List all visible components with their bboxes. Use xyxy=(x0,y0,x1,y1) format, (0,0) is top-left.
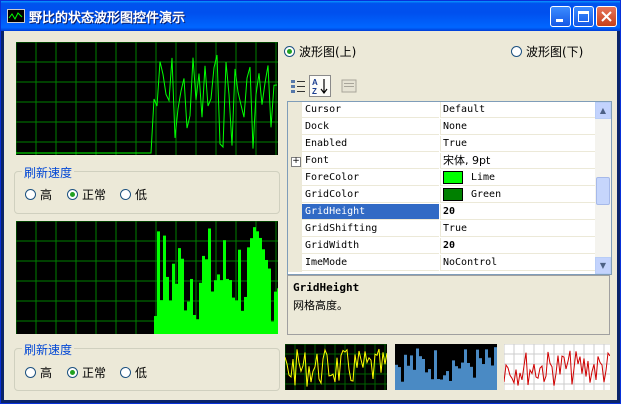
radio-label: 波形图(上) xyxy=(299,45,357,59)
property-name: ImeMode xyxy=(302,255,439,271)
property-row[interactable]: GridWidth 20 xyxy=(288,238,595,255)
property-row[interactable]: Cursor Default xyxy=(288,102,595,119)
property-pages-icon xyxy=(341,79,357,93)
property-name: Cursor xyxy=(302,102,439,118)
preview-yellow-line[interactable] xyxy=(285,344,387,390)
property-value[interactable]: True xyxy=(440,136,595,152)
categorized-button[interactable] xyxy=(288,76,308,96)
preview-red-line[interactable] xyxy=(504,344,610,390)
alphabetical-icon: A Z xyxy=(312,78,328,96)
preview-blue-bars[interactable] xyxy=(395,344,497,390)
property-grid-scrollbar[interactable]: ▲ ▼ xyxy=(595,102,611,274)
property-row[interactable]: ImeMode NoControl xyxy=(288,255,595,272)
speed-normal-radio-1[interactable]: 正常 xyxy=(67,186,106,203)
lower-waveform-radio[interactable]: 波形图(下) xyxy=(511,43,583,60)
radio-circle xyxy=(511,46,522,57)
property-name: Enabled xyxy=(302,136,439,152)
property-row[interactable]: Dock None xyxy=(288,119,595,136)
property-value[interactable]: Lime xyxy=(440,170,595,186)
group-label: 刷新速度 xyxy=(22,341,75,358)
radio-label: 低 xyxy=(135,188,148,202)
speed-low-radio-2[interactable]: 低 xyxy=(120,364,147,381)
property-row[interactable]: GridShifting True xyxy=(288,221,595,238)
color-swatch xyxy=(443,170,463,184)
radio-circle xyxy=(284,46,295,57)
color-swatch xyxy=(443,187,463,201)
property-name: GridWidth xyxy=(302,238,439,254)
radio-label: 正常 xyxy=(82,366,107,380)
property-value[interactable]: True xyxy=(440,221,595,237)
lower-waveform xyxy=(16,221,278,334)
property-name: Font xyxy=(302,153,439,169)
close-button[interactable] xyxy=(596,6,617,27)
minimize-icon xyxy=(556,19,563,22)
property-name: GridColor xyxy=(302,187,439,203)
property-row[interactable]: ForeColor Lime xyxy=(288,170,595,187)
radio-circle xyxy=(25,367,36,378)
speed-high-radio-1[interactable]: 高 xyxy=(25,186,52,203)
alphabetical-button[interactable]: A Z xyxy=(309,75,331,97)
property-value[interactable]: NoControl xyxy=(440,255,595,271)
window-title: 野比的状态波形图控件演示 xyxy=(29,11,186,26)
speed-low-radio-1[interactable]: 低 xyxy=(120,186,147,203)
categorized-icon xyxy=(291,80,305,93)
speed-high-radio-2[interactable]: 高 xyxy=(25,364,52,381)
scroll-thumb[interactable] xyxy=(596,177,610,205)
property-row[interactable]: GridColor Green xyxy=(288,187,595,204)
color-name: Green xyxy=(471,189,502,200)
group-label: 刷新速度 xyxy=(22,164,75,181)
maximize-button[interactable] xyxy=(573,6,594,27)
property-description: GridHeight 网格高度。 xyxy=(287,275,610,335)
title-bar[interactable]: 野比的状态波形图控件演示 xyxy=(1,1,620,31)
description-text: 网格高度。 xyxy=(293,299,348,312)
radio-label: 高 xyxy=(40,366,53,380)
app-icon[interactable] xyxy=(7,9,25,23)
refresh-speed-group-2: 刷新速度 高 正常 低 xyxy=(14,341,280,391)
scroll-down-icon[interactable]: ▼ xyxy=(595,257,611,274)
description-title: GridHeight xyxy=(293,281,360,294)
property-name: Dock xyxy=(302,119,439,135)
radio-label: 正常 xyxy=(82,188,107,202)
radio-circle xyxy=(25,189,36,200)
close-icon xyxy=(601,11,612,22)
minimize-button[interactable] xyxy=(550,6,571,27)
radio-circle xyxy=(67,189,78,200)
svg-text:Z: Z xyxy=(312,87,317,96)
radio-label: 低 xyxy=(135,366,148,380)
property-value[interactable]: Green xyxy=(440,187,595,203)
refresh-speed-group-1: 刷新速度 高 正常 低 xyxy=(14,164,280,214)
property-value[interactable]: None xyxy=(440,119,595,135)
property-row[interactable]: Enabled True xyxy=(288,136,595,153)
radio-circle xyxy=(67,367,78,378)
scroll-up-icon[interactable]: ▲ xyxy=(595,102,611,119)
color-name: Lime xyxy=(471,172,496,183)
expand-icon[interactable]: + xyxy=(291,157,301,167)
svg-text:A: A xyxy=(312,78,318,87)
property-grid[interactable]: Cursor Default Dock None Enabled True + Font… xyxy=(287,101,612,275)
property-value[interactable]: 20 xyxy=(440,204,595,220)
property-value[interactable]: Default xyxy=(440,102,595,118)
property-name: ForeColor xyxy=(302,170,439,186)
upper-waveform xyxy=(16,42,278,155)
main-window: 野比的状态波形图控件演示 刷新速度 高 正常 低 刷新速度 高 正常 低 波形图… xyxy=(0,0,621,404)
radio-label: 波形图(下) xyxy=(526,45,584,59)
property-value[interactable]: 20 xyxy=(440,238,595,254)
radio-label: 高 xyxy=(40,188,53,202)
speed-normal-radio-2[interactable]: 正常 xyxy=(67,364,106,381)
radio-circle xyxy=(120,367,131,378)
client-area: 刷新速度 高 正常 低 刷新速度 高 正常 低 波形图(上) 波形图(下) A … xyxy=(4,31,617,400)
radio-circle xyxy=(120,189,131,200)
property-row-selected[interactable]: GridHeight 20 xyxy=(288,204,595,221)
upper-waveform-radio[interactable]: 波形图(上) xyxy=(284,43,356,60)
maximize-icon xyxy=(578,11,589,22)
property-name: GridShifting xyxy=(302,221,439,237)
property-value[interactable]: 宋体, 9pt xyxy=(440,153,595,169)
property-pages-button[interactable] xyxy=(339,76,359,96)
property-row[interactable]: + Font 宋体, 9pt xyxy=(288,153,595,170)
property-name: GridHeight xyxy=(302,204,439,220)
